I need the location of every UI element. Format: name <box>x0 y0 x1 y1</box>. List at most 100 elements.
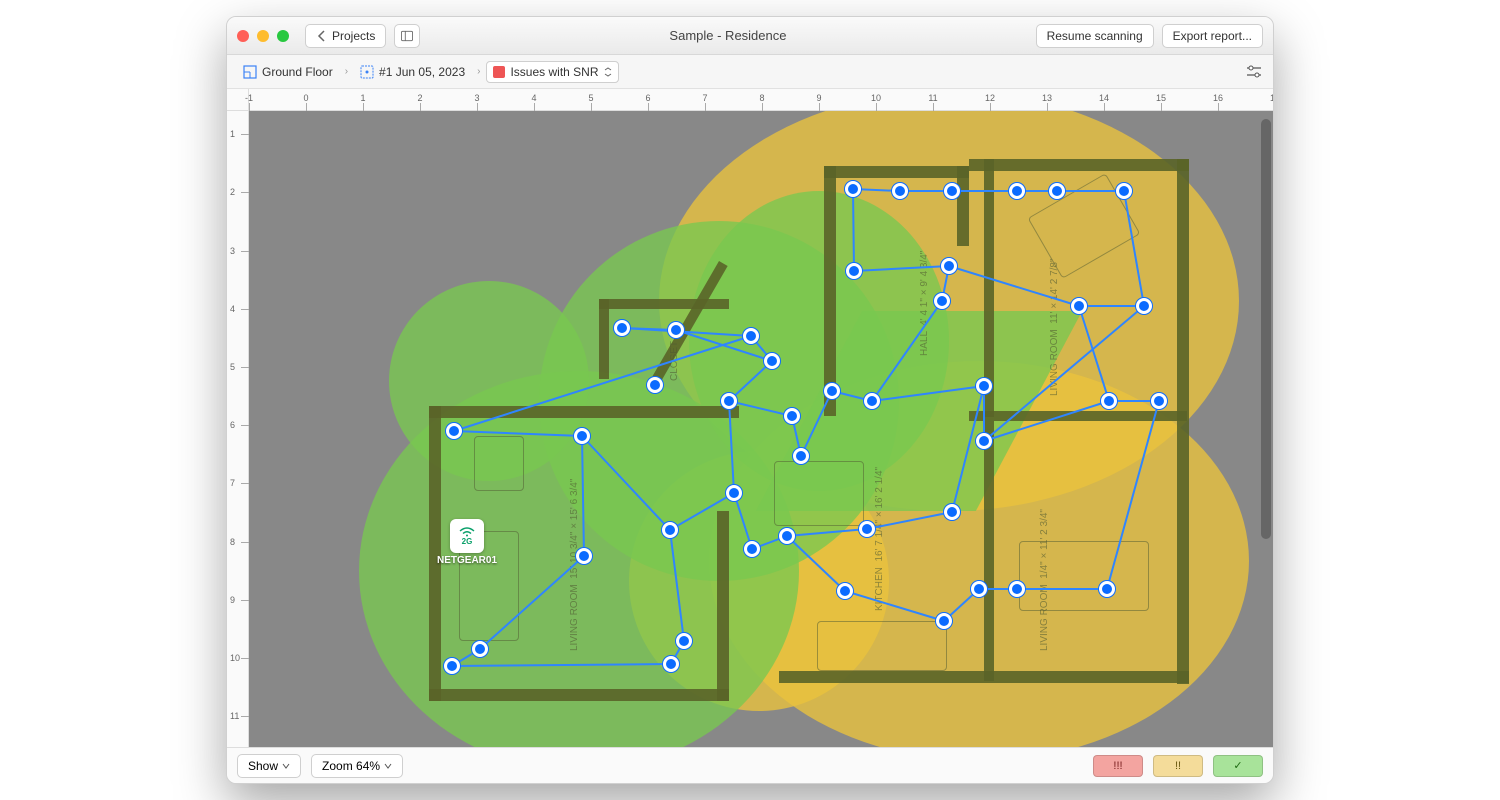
wall <box>599 299 729 309</box>
survey-node[interactable] <box>663 656 679 672</box>
survey-node[interactable] <box>1009 581 1025 597</box>
access-point-marker[interactable]: 2G <box>450 519 484 553</box>
survey-node[interactable] <box>1101 393 1117 409</box>
sidebar-toggle-button[interactable] <box>394 24 420 48</box>
survey-node[interactable] <box>1116 183 1132 199</box>
survey-node[interactable] <box>944 504 960 520</box>
access-point-label: NETGEAR01 <box>437 555 497 566</box>
survey-node[interactable] <box>824 383 840 399</box>
wall <box>957 166 969 246</box>
settings-sliders-icon[interactable] <box>1245 63 1263 81</box>
survey-node[interactable] <box>944 183 960 199</box>
resume-scanning-button[interactable]: Resume scanning <box>1036 24 1154 48</box>
survey-node[interactable] <box>764 353 780 369</box>
survey-node[interactable] <box>576 548 592 564</box>
survey-node[interactable] <box>1136 298 1152 314</box>
wall <box>824 166 969 178</box>
wall <box>984 421 994 681</box>
room-label: LIVING ROOM 1/4" × 11' 2 3/4" <box>1039 509 1050 651</box>
wall <box>969 411 1187 421</box>
titlebar: Projects Sample - Residence Resume scann… <box>227 17 1273 55</box>
filter-color-swatch <box>493 66 505 78</box>
chevron-right-icon: › <box>345 66 348 77</box>
vertical-scrollbar[interactable] <box>1261 119 1271 539</box>
show-menu[interactable]: Show <box>237 754 301 778</box>
survey-node[interactable] <box>614 320 630 336</box>
room-label: LIVING ROOM 15' 10 3/4" × 15' 6 3/4" <box>569 479 580 651</box>
survey-node[interactable] <box>1071 298 1087 314</box>
breadcrumb-floor[interactable]: Ground Floor <box>237 62 339 82</box>
survey-node[interactable] <box>779 528 795 544</box>
survey-node[interactable] <box>934 293 950 309</box>
survey-node[interactable] <box>668 322 684 338</box>
breadcrumb: Ground Floor › #1 Jun 05, 2023 › Issues … <box>227 55 1273 89</box>
chevron-left-icon <box>316 30 328 42</box>
window-controls <box>237 30 289 42</box>
chevron-down-icon <box>384 763 392 769</box>
survey-node[interactable] <box>1049 183 1065 199</box>
status-filter-critical[interactable]: !!! <box>1093 755 1143 777</box>
survey-node[interactable] <box>859 521 875 537</box>
ruler-horizontal: -101234567891011121314151617 <box>249 89 1273 111</box>
survey-node[interactable] <box>864 393 880 409</box>
viewport[interactable]: LIVING ROOM 15' 10 3/4" × 15' 6 3/4" KIT… <box>249 111 1273 747</box>
wall <box>1177 159 1189 684</box>
wall <box>429 406 739 418</box>
scan-icon <box>360 65 374 79</box>
close-icon[interactable] <box>237 30 249 42</box>
survey-node[interactable] <box>662 522 678 538</box>
room-label: LIVING ROOM 11' × 14' 2 7/8" <box>1049 258 1060 396</box>
survey-node[interactable] <box>784 408 800 424</box>
app-window: Projects Sample - Residence Resume scann… <box>226 16 1274 784</box>
survey-node[interactable] <box>892 183 908 199</box>
survey-node[interactable] <box>976 433 992 449</box>
survey-node[interactable] <box>941 258 957 274</box>
survey-node[interactable] <box>444 658 460 674</box>
window-title: Sample - Residence <box>428 28 1027 43</box>
wall <box>717 511 729 701</box>
survey-node[interactable] <box>743 328 759 344</box>
room-label: CLOSET <box>669 341 680 381</box>
room-label: HALL 4' 4 1" × 9' 4 3/4" <box>919 251 930 356</box>
breadcrumb-filter[interactable]: Issues with SNR <box>486 61 618 83</box>
survey-node[interactable] <box>1009 183 1025 199</box>
survey-node[interactable] <box>726 485 742 501</box>
chevron-down-icon <box>282 763 290 769</box>
wall <box>429 406 441 701</box>
survey-node[interactable] <box>846 263 862 279</box>
survey-node[interactable] <box>936 613 952 629</box>
status-filter-ok[interactable]: ✓ <box>1213 755 1263 777</box>
status-filter-warning[interactable]: !! <box>1153 755 1203 777</box>
furniture-armchair <box>474 436 524 491</box>
survey-node[interactable] <box>976 378 992 394</box>
survey-node[interactable] <box>845 181 861 197</box>
zoom-icon[interactable] <box>277 30 289 42</box>
bottombar: Show Zoom 64% !!! !! ✓ <box>227 747 1273 783</box>
survey-node[interactable] <box>1099 581 1115 597</box>
zoom-menu[interactable]: Zoom 64% <box>311 754 403 778</box>
breadcrumb-scan[interactable]: #1 Jun 05, 2023 <box>354 62 471 82</box>
furniture-counter <box>817 621 947 671</box>
survey-node[interactable] <box>472 641 488 657</box>
furniture-table <box>774 461 864 526</box>
canvas: -101234567891011121314151617 12345678910… <box>227 89 1273 747</box>
room-label: KITCHEN 16' 7 1/4" × 16' 2 1/4" <box>874 467 885 611</box>
export-report-button[interactable]: Export report... <box>1162 24 1263 48</box>
survey-node[interactable] <box>647 377 663 393</box>
survey-node[interactable] <box>676 633 692 649</box>
survey-node[interactable] <box>1151 393 1167 409</box>
survey-node[interactable] <box>744 541 760 557</box>
back-button[interactable]: Projects <box>305 24 386 48</box>
survey-node[interactable] <box>446 423 462 439</box>
minimize-icon[interactable] <box>257 30 269 42</box>
survey-node[interactable] <box>574 428 590 444</box>
survey-node[interactable] <box>837 583 853 599</box>
ruler-vertical: 1234567891011 <box>227 111 249 747</box>
sidebar-icon <box>401 30 413 42</box>
survey-node[interactable] <box>793 448 809 464</box>
survey-node[interactable] <box>721 393 737 409</box>
floorplan-icon <box>243 65 257 79</box>
survey-node[interactable] <box>971 581 987 597</box>
chevron-updown-icon <box>604 67 612 77</box>
chevron-right-icon: › <box>477 66 480 77</box>
